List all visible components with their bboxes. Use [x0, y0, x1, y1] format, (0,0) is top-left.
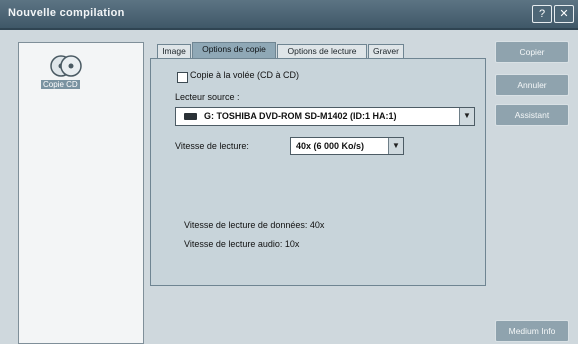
tab-read-options[interactable]: Options de lecture	[277, 44, 367, 58]
data-read-speed-text: Vitesse de lecture de données: 40x	[184, 220, 325, 230]
tab-burn[interactable]: Graver	[368, 44, 404, 58]
cd-copy-icon[interactable]	[49, 51, 83, 81]
new-compilation-window: Nouvelle compilation ? ✕ Copie CD Image …	[0, 0, 578, 344]
wizard-button[interactable]: Assistant	[495, 104, 569, 126]
close-icon[interactable]: ✕	[554, 5, 574, 23]
audio-read-speed-text: Vitesse de lecture audio: 10x	[184, 239, 300, 249]
chevron-down-icon[interactable]: ▼	[459, 108, 474, 125]
compilation-type-list[interactable]: Copie CD	[18, 42, 144, 344]
read-speed-label: Vitesse de lecture:	[175, 141, 249, 151]
tab-image[interactable]: Image	[157, 44, 191, 58]
source-drive-value: G: TOSHIBA DVD-ROM SD-M1402 (ID:1 HA:1)	[204, 111, 397, 121]
on-the-fly-label: Copie à la volée (CD à CD)	[190, 70, 300, 80]
source-drive-select[interactable]: G: TOSHIBA DVD-ROM SD-M1402 (ID:1 HA:1) …	[175, 107, 475, 126]
cancel-button[interactable]: Annuler	[495, 74, 569, 96]
copy-cd-label[interactable]: Copie CD	[41, 80, 80, 89]
chevron-down-icon[interactable]: ▼	[388, 138, 403, 154]
on-the-fly-checkbox[interactable]	[177, 72, 188, 83]
title-bar[interactable]: Nouvelle compilation ? ✕	[0, 0, 578, 30]
read-speed-select[interactable]: 40x (6 000 Ko/s) ▼	[290, 137, 404, 155]
media-info-button[interactable]: Medium Info	[495, 320, 569, 342]
window-title: Nouvelle compilation	[8, 7, 125, 19]
read-speed-value: 40x (6 000 Ko/s)	[296, 141, 365, 151]
copy-button[interactable]: Copier	[495, 41, 569, 63]
help-icon[interactable]: ?	[532, 5, 552, 23]
drive-icon	[184, 113, 197, 120]
copy-options-panel: Copie à la volée (CD à CD) Lecteur sourc…	[150, 58, 486, 286]
source-drive-label: Lecteur source :	[175, 92, 240, 102]
tab-copy-options[interactable]: Options de copie	[192, 42, 276, 59]
